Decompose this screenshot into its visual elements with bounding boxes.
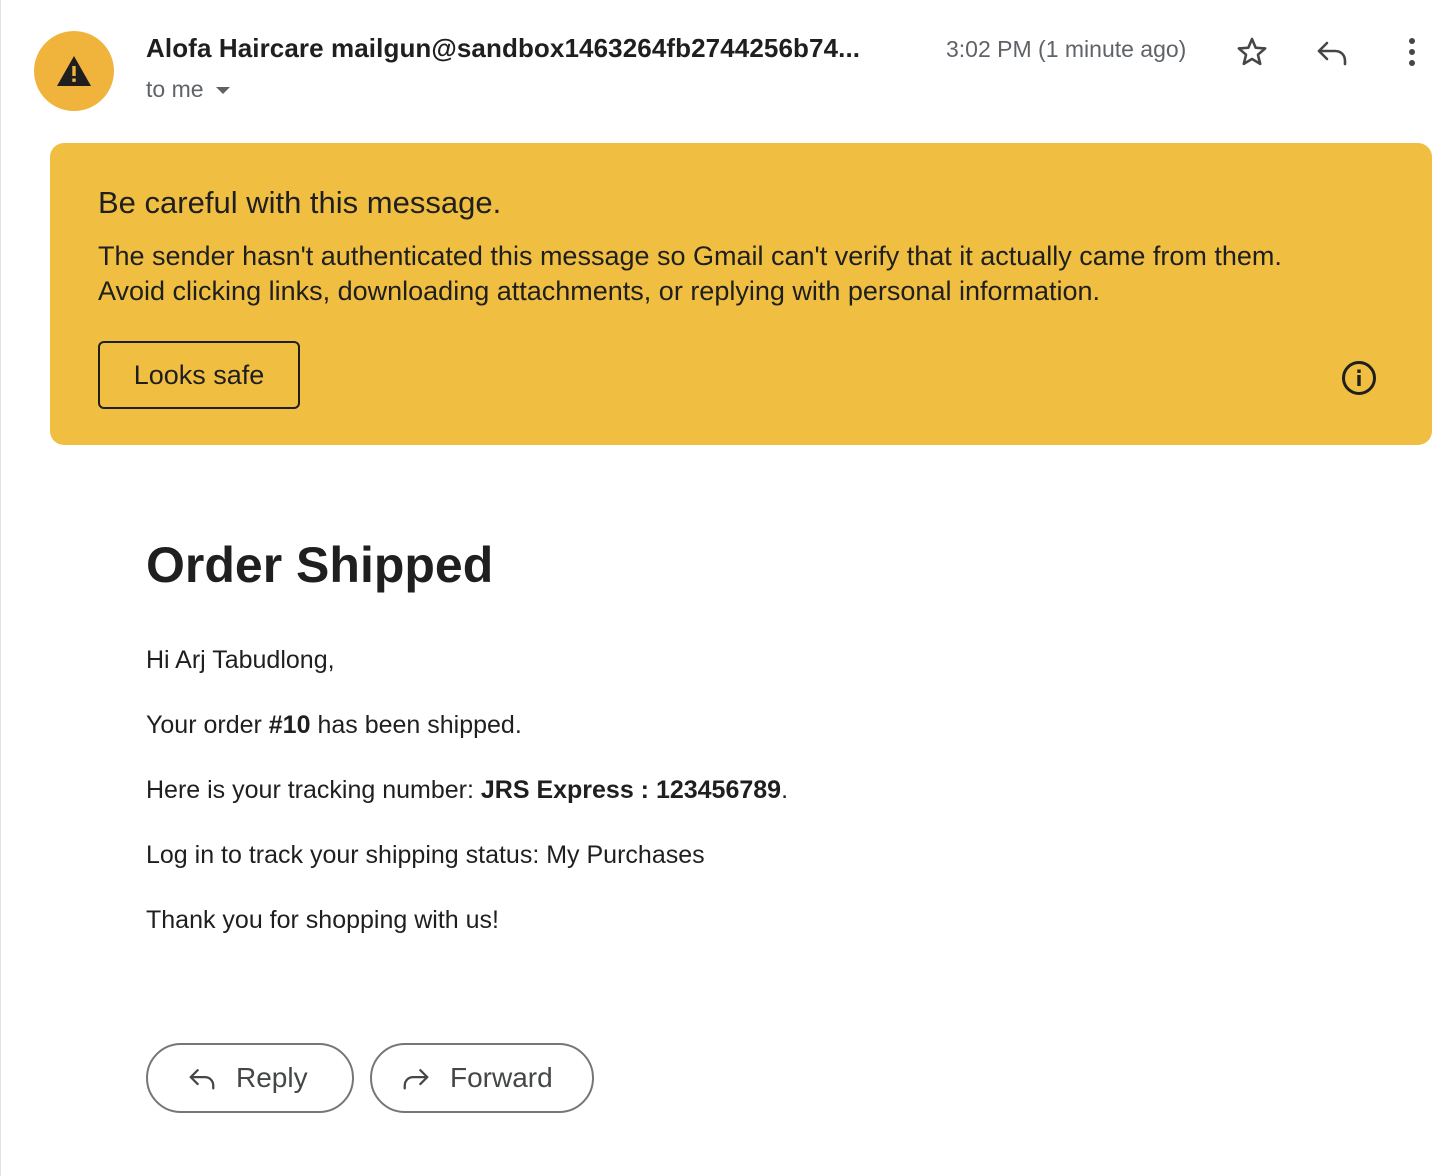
tracking-suffix: . — [781, 776, 789, 804]
order-suffix: has been shipped. — [310, 711, 522, 739]
warning-body-line: Avoid clicking links, downloading attach… — [98, 276, 1101, 306]
recipient-label: to me — [146, 76, 204, 102]
order-line: Your order #10 has been shipped. — [146, 711, 522, 740]
forward-button[interactable]: Forward — [370, 1043, 594, 1113]
message-timestamp: 3:02 PM (1 minute ago) — [946, 36, 1187, 62]
my-purchases-link[interactable]: My Purchases — [546, 841, 704, 869]
reply-button-label: Reply — [236, 1062, 308, 1093]
sender-line[interactable]: Alofa Haircare mailgun@sandbox1463264fb2… — [146, 33, 926, 64]
warning-body-line: The sender hasn't authenticated this mes… — [98, 241, 1282, 271]
star-button[interactable] — [1230, 30, 1274, 74]
star-icon — [1237, 37, 1267, 66]
caret-down-icon — [215, 86, 230, 94]
more-options-button[interactable] — [1390, 30, 1434, 74]
greeting-text: Hi Arj Tabudlong, — [146, 646, 335, 674]
forward-icon — [403, 1069, 429, 1090]
more-vert-icon — [1409, 38, 1415, 66]
info-button[interactable] — [1340, 359, 1378, 397]
warning-body: The sender hasn't authenticated this mes… — [98, 239, 1398, 309]
order-number: #10 — [268, 711, 311, 739]
recipient-details-toggle[interactable]: to me — [146, 76, 232, 103]
email-title: Order Shipped — [146, 537, 494, 593]
order-prefix: Your order — [146, 711, 269, 739]
tracking-line: Here is your tracking number: JRS Expres… — [146, 776, 788, 805]
info-icon — [1342, 361, 1376, 395]
warning-title: Be careful with this message. — [98, 185, 502, 220]
reply-icon — [189, 1069, 215, 1090]
reply-button[interactable]: Reply — [146, 1043, 354, 1113]
looks-safe-button[interactable]: Looks safe — [98, 341, 300, 409]
reply-header-button[interactable] — [1310, 30, 1354, 74]
warning-triangle-icon — [57, 56, 91, 86]
closing-text: Thank you for shopping with us! — [146, 906, 499, 934]
forward-button-label: Forward — [450, 1062, 553, 1093]
phishing-warning-banner: Be careful with this message. The sender… — [50, 143, 1432, 445]
sender-avatar — [34, 31, 114, 111]
reply-icon — [1317, 41, 1347, 66]
login-line: Log in to track your shipping status: My… — [146, 841, 705, 870]
left-divider — [0, 0, 1, 1176]
sender-email: mailgun@sandbox1463264fb2744256b74... — [331, 33, 861, 63]
login-prefix: Log in to track your shipping status: — [146, 841, 547, 869]
tracking-number: JRS Express : 123456789 — [480, 776, 782, 804]
sender-name: Alofa Haircare — [146, 33, 324, 63]
tracking-prefix: Here is your tracking number: — [146, 776, 481, 804]
